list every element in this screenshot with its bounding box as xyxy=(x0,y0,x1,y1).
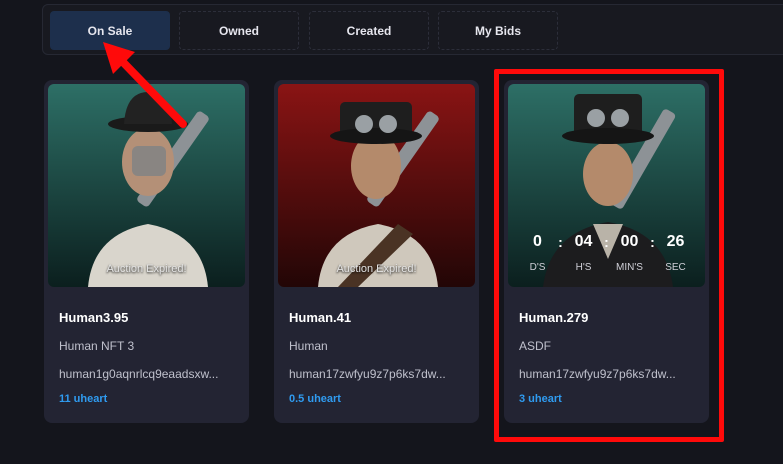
nft-description: ASDF xyxy=(519,339,552,353)
countdown-separator: : xyxy=(650,234,655,250)
tab-owned[interactable]: Owned xyxy=(179,11,299,50)
nft-owner-address: human17zwfyu9z7p6ks7dw... xyxy=(519,367,676,381)
nft-price: 3 uheart xyxy=(519,393,562,405)
countdown-days-value: 0 xyxy=(533,233,542,250)
nft-description: Human xyxy=(289,339,328,353)
nft-price: 11 uheart xyxy=(59,393,108,405)
nft-image[interactable]: Auction Expired! xyxy=(48,84,245,287)
countdown-seconds: 26 SEC xyxy=(657,232,695,282)
countdown-hours-value: 04 xyxy=(574,233,593,250)
nft-image[interactable]: 0 D'S : 04 H'S : 00 MIN'S : 26 SEC xyxy=(508,84,705,287)
nft-card[interactable]: Auction Expired! Human.41 Human human17z… xyxy=(274,80,479,423)
tab-on-sale[interactable]: On Sale xyxy=(50,11,170,50)
countdown-hours: 04 H'S xyxy=(565,232,603,282)
auction-countdown: 0 D'S : 04 H'S : 00 MIN'S : 26 SEC xyxy=(508,232,705,282)
tab-created[interactable]: Created xyxy=(309,11,429,50)
nft-title: Human.279 xyxy=(519,310,589,325)
countdown-minutes-label: MIN'S xyxy=(616,262,643,273)
nft-title: Human.41 xyxy=(289,310,352,325)
auction-status: Auction Expired! xyxy=(106,263,187,275)
countdown-days: 0 D'S xyxy=(519,232,557,282)
nft-description: Human NFT 3 xyxy=(59,339,135,353)
countdown-separator: : xyxy=(604,234,609,250)
nft-owner-address: human17zwfyu9z7p6ks7dw... xyxy=(289,367,446,381)
countdown-days-label: D'S xyxy=(529,262,546,273)
character-portrait-image xyxy=(278,84,475,287)
countdown-seconds-value: 26 xyxy=(666,233,685,250)
nft-image[interactable]: Auction Expired! xyxy=(278,84,475,287)
nft-card[interactable]: Auction Expired! Human3.95 Human NFT 3 h… xyxy=(44,80,249,423)
countdown-hours-label: H'S xyxy=(575,262,592,273)
tab-my-bids[interactable]: My Bids xyxy=(438,11,558,50)
auction-status: Auction Expired! xyxy=(336,263,417,275)
nft-title: Human3.95 xyxy=(59,310,129,325)
character-portrait-image xyxy=(48,84,245,287)
countdown-seconds-label: SEC xyxy=(665,262,686,273)
countdown-separator: : xyxy=(558,234,563,250)
nft-card[interactable]: 0 D'S : 04 H'S : 00 MIN'S : 26 SEC Human… xyxy=(504,80,709,423)
tab-bar: On Sale Owned Created My Bids xyxy=(42,4,783,55)
nft-price: 0.5 uheart xyxy=(289,393,341,405)
countdown-minutes: 00 MIN'S xyxy=(611,232,649,282)
countdown-minutes-value: 00 xyxy=(620,233,639,250)
nft-owner-address: human1g0aqnrlcq9eaadsxw... xyxy=(59,367,219,381)
